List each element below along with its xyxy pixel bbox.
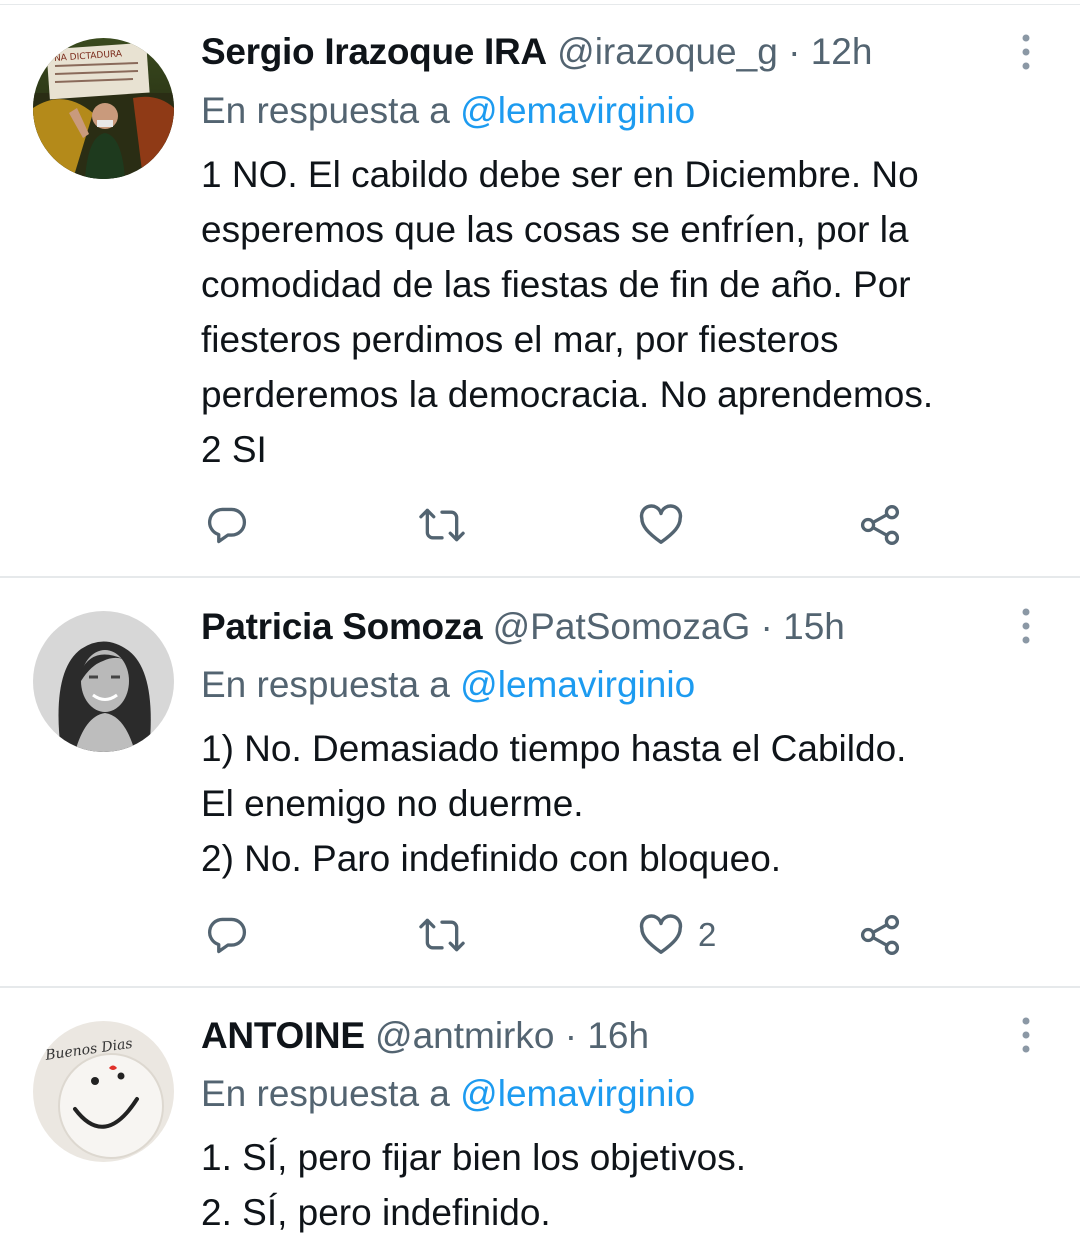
tweet-line: 2. SÍ, pero indefinido. xyxy=(201,1192,551,1233)
reply-handle-link[interactable]: @lemavirginio xyxy=(460,1073,695,1114)
author-name[interactable]: ANTOINE xyxy=(201,1015,365,1056)
timestamp[interactable]: 16h xyxy=(587,1015,649,1056)
tweet-text: 1. SÍ, pero fijar bien los objetivos. 2.… xyxy=(201,1130,1051,1240)
reply-context: En respuesta a @lemavirginio xyxy=(201,1068,695,1120)
tweet[interactable]: Buenos Dias ANTOINE @antmirko · 16h En r… xyxy=(0,0,1080,1251)
separator: · xyxy=(564,1015,578,1056)
tweet-header: ANTOINE @antmirko · 16h xyxy=(201,1010,649,1062)
more-button[interactable] xyxy=(1010,1015,1042,1055)
reply-prefix: En respuesta a xyxy=(201,1073,450,1114)
more-vertical-icon xyxy=(1022,1017,1030,1053)
avatar[interactable]: Buenos Dias xyxy=(33,1021,174,1162)
tweet-line: 1. SÍ, pero fijar bien los objetivos. xyxy=(201,1137,747,1178)
author-handle[interactable]: @antmirko xyxy=(375,1015,554,1056)
tweet-feed: NA DICTADURA Sergio Irazoque IRA @irazoq… xyxy=(0,0,1080,1251)
